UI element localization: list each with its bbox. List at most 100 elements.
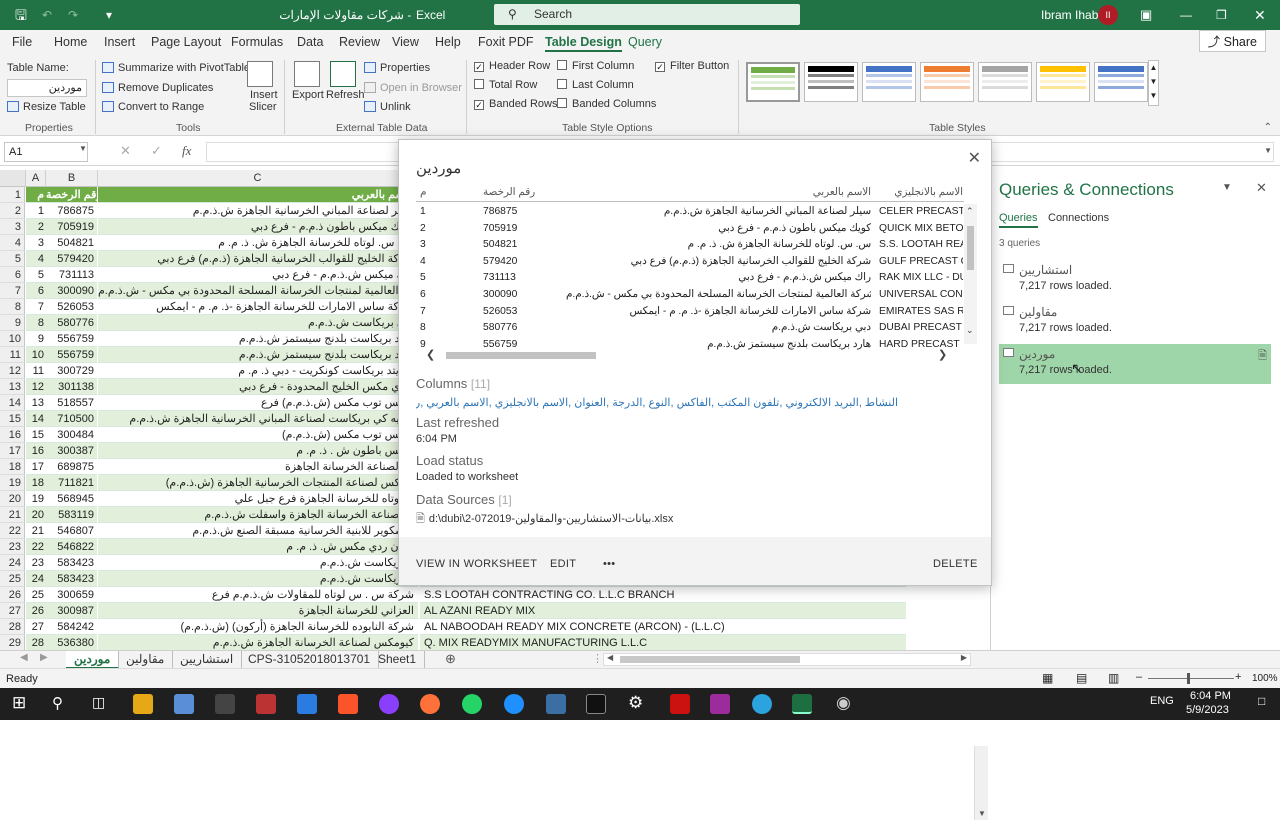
- export-button-label[interactable]: Export: [292, 89, 324, 101]
- refresh-button-label[interactable]: Refresh: [326, 89, 365, 101]
- cell[interactable]: 579420: [46, 251, 97, 267]
- app-icon[interactable]: [546, 694, 566, 714]
- cell[interactable]: ميكس توب مكس (ش.ذ.م.م): [98, 427, 418, 443]
- zoom-in-icon[interactable]: +: [1235, 671, 1241, 683]
- cell[interactable]: 8: [26, 315, 46, 331]
- unlink-button[interactable]: Unlink: [364, 101, 411, 113]
- cell[interactable]: 300729: [46, 363, 97, 379]
- row-header[interactable]: 12: [0, 363, 25, 379]
- cell[interactable]: 4: [26, 251, 46, 267]
- tab-query[interactable]: Query: [628, 35, 662, 49]
- row-header[interactable]: 20: [0, 491, 25, 507]
- cell[interactable]: 689875: [46, 459, 97, 475]
- cell[interactable]: ر بريكاست ش.ذ.م.م: [98, 555, 418, 571]
- acrobat-icon[interactable]: [670, 694, 690, 714]
- insert-slicer-icon[interactable]: [247, 61, 273, 87]
- cell[interactable]: 546807: [46, 523, 97, 539]
- column-header-b[interactable]: B: [46, 170, 98, 187]
- cell[interactable]: بي لصناعة الخرسانة الجاهزة: [98, 459, 418, 475]
- name-box-dropdown-icon[interactable]: ▼: [79, 144, 87, 153]
- expand-formula-icon[interactable]: ▼: [1264, 146, 1272, 155]
- resize-table-button[interactable]: Resize Table: [7, 101, 86, 113]
- cell[interactable]: 526053: [46, 299, 97, 315]
- sheet-tab[interactable]: CPS-31052018013701: [240, 651, 380, 669]
- tab-review[interactable]: Review: [339, 35, 380, 49]
- edit-query-icon[interactable]: 🗎: [1258, 347, 1267, 366]
- cell[interactable]: ار ايه كي بريكاست لصناعة المباني الخرسان…: [98, 411, 418, 427]
- cell[interactable]: ل لوتاه للخرسانة الجاهزة فرع جبل علي: [98, 491, 418, 507]
- next-sheet-icon[interactable]: ▶: [40, 652, 48, 663]
- insert-slicer-label[interactable]: Insert: [250, 89, 278, 101]
- cell[interactable]: ع سكوير للابنية الخرسانية مسبقة الصنع ش.…: [98, 523, 418, 539]
- name-box[interactable]: A1: [4, 142, 88, 162]
- row-header[interactable]: 9: [0, 315, 25, 331]
- sheet-tab[interactable]: Sheet1: [370, 651, 426, 669]
- row-header[interactable]: 28: [0, 619, 25, 635]
- cell[interactable]: كيومكس لصناعة الخرسانة الجاهزة ش.ذ.م.م: [98, 635, 418, 651]
- row-header[interactable]: 11: [0, 347, 25, 363]
- row-header[interactable]: 19: [0, 475, 25, 491]
- cell[interactable]: 546822: [46, 539, 97, 555]
- whatsapp-icon[interactable]: [462, 694, 482, 714]
- cell[interactable]: العزاني للخرسانة الجاهزة: [98, 603, 418, 619]
- preview-vertical-scrollbar[interactable]: ⌃ ⌄: [964, 204, 977, 344]
- cell[interactable]: 300987: [46, 603, 97, 619]
- row-header[interactable]: 10: [0, 331, 25, 347]
- cell[interactable]: 583423: [46, 571, 97, 587]
- zoom-out-icon[interactable]: –: [1136, 671, 1142, 683]
- language-indicator[interactable]: ENG: [1150, 695, 1174, 707]
- table-name-input[interactable]: موردين: [7, 79, 87, 97]
- cell[interactable]: 1: [26, 203, 46, 219]
- row-header[interactable]: 4: [0, 235, 25, 251]
- normal-view-icon[interactable]: ▦: [1042, 671, 1053, 685]
- collapse-ribbon-icon[interactable]: ⌃: [1264, 122, 1272, 133]
- cell[interactable]: 24: [26, 571, 46, 587]
- row-header[interactable]: 26: [0, 587, 25, 603]
- new-sheet-icon[interactable]: ⊕: [445, 651, 456, 667]
- cell[interactable]: 300090: [46, 283, 97, 299]
- edge-icon[interactable]: [504, 694, 524, 714]
- table-style-swatch-orange[interactable]: [920, 62, 974, 102]
- query-item[interactable]: استشاريين 7,217 rows loaded.: [999, 260, 1271, 300]
- cell[interactable]: 568945: [46, 491, 97, 507]
- cell[interactable]: شركة الخليج للقوالب الخرسانية الجاهزة (ذ…: [98, 251, 418, 267]
- row-header[interactable]: 29: [0, 635, 25, 651]
- view-in-worksheet-button[interactable]: VIEW IN WORKSHEET: [416, 558, 537, 570]
- zoom-slider[interactable]: [1148, 678, 1234, 679]
- save-icon[interactable]: 🖫: [15, 0, 27, 30]
- cell[interactable]: 26: [26, 603, 46, 619]
- tab-view[interactable]: View: [392, 35, 419, 49]
- tab-home[interactable]: Home: [54, 35, 87, 49]
- cell[interactable]: 705919: [46, 219, 97, 235]
- tab-page-layout[interactable]: Page Layout: [151, 35, 221, 49]
- header-row-checkbox[interactable]: ✓ Header Row: [474, 60, 550, 72]
- scroll-down-icon[interactable]: ⌄: [966, 325, 974, 336]
- cell[interactable]: 583119: [46, 507, 97, 523]
- scroll-left-icon[interactable]: ◀: [607, 653, 613, 662]
- sheet-tab-active[interactable]: موردين: [66, 651, 120, 669]
- row-header[interactable]: 18: [0, 459, 25, 475]
- cell[interactable]: يونايتد بريكاست كونكريت - دبي ذ. م. م: [98, 363, 418, 379]
- refresh-icon[interactable]: [330, 61, 356, 87]
- cell[interactable]: 6: [26, 283, 46, 299]
- popup-close-icon[interactable]: ✕: [968, 148, 981, 168]
- cell[interactable]: 583423: [46, 555, 97, 571]
- delete-button[interactable]: DELETE: [933, 558, 978, 570]
- header-cell[interactable]: م: [26, 187, 46, 203]
- cell[interactable]: 2: [26, 219, 46, 235]
- share-button[interactable]: ⤴ Share: [1198, 30, 1266, 52]
- cell[interactable]: دوبكس لصناعة المنتجات الخرسانية الجاهزة …: [98, 475, 418, 491]
- telegram-icon[interactable]: [752, 694, 772, 714]
- remove-duplicates-button[interactable]: Remove Duplicates: [102, 82, 213, 94]
- gallery-scroll[interactable]: ▲ ▼ ▼: [1148, 60, 1159, 106]
- properties-button[interactable]: Properties: [364, 62, 430, 74]
- column-header-c[interactable]: C: [98, 170, 418, 187]
- horizontal-scrollbar[interactable]: ◀ ▶: [603, 653, 971, 666]
- cell[interactable]: 13: [26, 395, 46, 411]
- cell[interactable]: بيتون ردي مكس ش. ذ. م. م: [98, 539, 418, 555]
- tab-file[interactable]: File: [12, 35, 32, 49]
- prev-sheet-icon[interactable]: ◀: [20, 652, 28, 663]
- scroll-right-icon[interactable]: ❯: [938, 348, 947, 361]
- table-style-swatch-black[interactable]: [804, 62, 858, 102]
- cell[interactable]: 536380: [46, 635, 97, 651]
